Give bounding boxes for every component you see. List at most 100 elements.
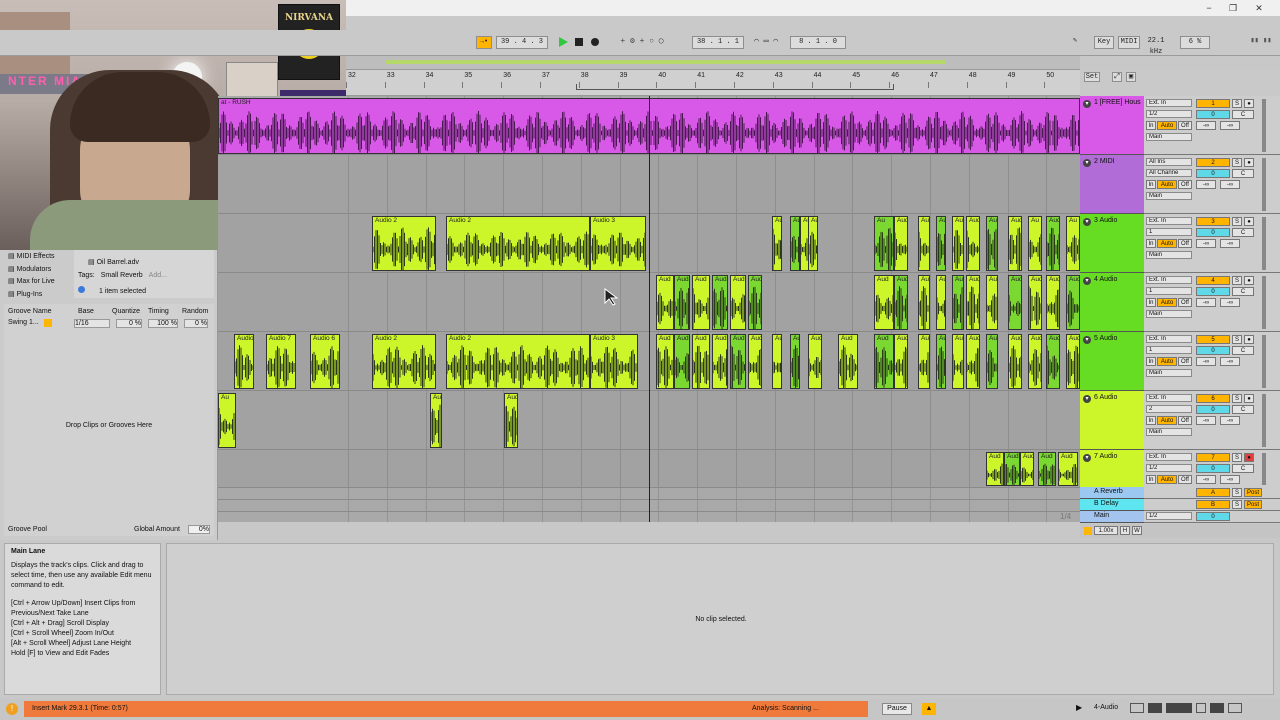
add-tag-button[interactable]: Add... [149, 272, 167, 279]
main-output-select[interactable]: 1/2 [1146, 512, 1192, 520]
view-switchers[interactable] [1130, 703, 1270, 715]
audio-clip[interactable]: Au [218, 393, 236, 448]
audio-clip[interactable]: Audio 2 [446, 216, 590, 271]
fold-icon[interactable]: ▾ [1083, 277, 1091, 285]
solo-button[interactable]: S [1232, 335, 1242, 344]
fold-icon[interactable]: ▾ [1083, 454, 1091, 462]
volume-field[interactable]: 0 [1196, 464, 1230, 473]
volume-field[interactable]: 0 [1196, 169, 1230, 178]
record-icon[interactable] [589, 36, 601, 49]
audio-clip[interactable]: Aud [966, 275, 980, 330]
audio-clip[interactable]: Aud [894, 216, 908, 271]
volume-field[interactable]: 0 [1196, 110, 1230, 119]
output-select[interactable]: Main [1146, 251, 1192, 259]
arrangement-overview[interactable] [346, 56, 1080, 70]
audio-clip[interactable]: Audio 3 [590, 334, 638, 389]
monitor-auto-button[interactable]: Auto [1157, 416, 1177, 425]
track-nav-icon[interactable]: ▶ [1076, 703, 1082, 712]
input-channel-select[interactable]: 1/2 [1146, 110, 1192, 118]
audio-clip[interactable]: Audio 2 [372, 334, 436, 389]
h-toggle[interactable]: H [1120, 526, 1130, 535]
track-activator[interactable]: 6 [1196, 394, 1230, 403]
audio-clip[interactable]: Aud [692, 275, 710, 330]
cue-button[interactable]: C [1232, 464, 1254, 473]
solo-button[interactable]: S [1232, 158, 1242, 167]
browser-item-max-for-live[interactable]: ▤ Max for Live [8, 277, 55, 290]
solo-button[interactable]: S [1232, 488, 1242, 497]
output-select[interactable]: Main [1146, 133, 1192, 141]
volume-field[interactable]: 0 [1196, 405, 1230, 414]
send-b-field[interactable]: -∞ [1220, 180, 1240, 189]
fold-icon[interactable]: ▾ [1083, 218, 1091, 226]
input-channel-select[interactable]: 1 [1146, 228, 1192, 236]
close-icon[interactable]: ✕ [1252, 1, 1266, 15]
audio-clip[interactable]: Aud [894, 275, 908, 330]
input-channel-select[interactable]: 1 [1146, 346, 1192, 354]
cue-button[interactable]: C [1232, 169, 1254, 178]
track-header[interactable]: ▾ 2 MIDI [1080, 155, 1144, 214]
audio-clip[interactable]: Au [986, 216, 998, 271]
audio-clip[interactable]: Aud [656, 334, 674, 389]
alert-icon[interactable]: ▲ [922, 703, 936, 715]
browser-item-midi-effects[interactable]: ▤ MIDI Effects [8, 252, 55, 265]
audio-clip[interactable]: Aud [748, 275, 762, 330]
cue-button[interactable]: C [1232, 110, 1254, 119]
detail-view[interactable]: No clip selected. [166, 543, 1274, 695]
track-activator[interactable]: 1 [1196, 99, 1230, 108]
groove-row[interactable]: Swing 1... 1/16 0 % 100 % 0 % [8, 319, 210, 328]
monitor-in-button[interactable]: In [1146, 357, 1156, 366]
audio-clip[interactable]: Aud [874, 334, 894, 389]
monitor-auto-button[interactable]: Auto [1157, 475, 1177, 484]
monitor-off-button[interactable]: Off [1178, 180, 1192, 189]
input-channel-select[interactable]: 1 [1146, 287, 1192, 295]
audio-clip[interactable]: Aud [790, 334, 800, 389]
input-type-select[interactable]: Ext. In [1146, 335, 1192, 343]
audio-clip[interactable]: Aud [918, 275, 930, 330]
audio-clip[interactable]: Aud [952, 275, 964, 330]
send-a-field[interactable]: -∞ [1196, 121, 1216, 130]
track-activator[interactable]: 4 [1196, 276, 1230, 285]
audio-clip[interactable]: Au [772, 216, 782, 271]
tempo-ratio[interactable]: 1.00x [1094, 526, 1118, 535]
key-map-button[interactable]: Key [1094, 36, 1114, 49]
maximize-icon[interactable]: ❐ [1226, 1, 1240, 15]
set-locator-button[interactable]: Set [1084, 72, 1100, 82]
audio-clip[interactable]: Aud [1004, 452, 1020, 486]
output-select[interactable]: Main [1146, 192, 1192, 200]
punch-icon[interactable]: ⌒ ▭ ⌒ [746, 36, 786, 49]
arm-button[interactable]: ● [1244, 217, 1254, 226]
audio-clip[interactable]: Aud [692, 334, 710, 389]
solo-button[interactable]: S [1232, 500, 1242, 509]
audio-clip[interactable]: Aud [1066, 275, 1080, 330]
arm-button[interactable]: ● [1244, 99, 1254, 108]
audio-clip[interactable]: Au [1028, 216, 1042, 271]
return-activator[interactable]: A [1196, 488, 1230, 497]
send-a-field[interactable]: -∞ [1196, 239, 1216, 248]
audio-clip[interactable]: Aud [808, 216, 818, 271]
arm-button[interactable]: ● [1244, 453, 1254, 462]
input-channel-select[interactable]: 2 [1146, 405, 1192, 413]
input-type-select[interactable]: All Ins [1146, 158, 1192, 166]
audio-clip[interactable]: Aud [730, 334, 746, 389]
audio-clip[interactable]: Aud [1008, 216, 1022, 271]
input-type-select[interactable]: Ext. In [1146, 276, 1192, 284]
groove-random-field[interactable]: 0 % [184, 319, 208, 328]
send-b-field[interactable]: -∞ [1220, 239, 1240, 248]
audio-clip[interactable]: Audio [234, 334, 254, 389]
monitor-auto-button[interactable]: Auto [1157, 357, 1177, 366]
send-b-field[interactable]: -∞ [1220, 357, 1240, 366]
audio-clip[interactable]: Au [952, 216, 964, 271]
solo-button[interactable]: S [1232, 99, 1242, 108]
monitor-auto-button[interactable]: Auto [1157, 239, 1177, 248]
audio-clip[interactable]: Aud [730, 275, 746, 330]
track-activator[interactable]: 7 [1196, 453, 1230, 462]
audio-clip[interactable]: Aud [808, 334, 822, 389]
output-select[interactable]: Main [1146, 428, 1192, 436]
lock-icon[interactable]: ▣ [1126, 72, 1136, 82]
monitor-auto-button[interactable]: Auto [1157, 121, 1177, 130]
audio-clip[interactable]: Aud [712, 334, 728, 389]
groove-base-select[interactable]: 1/16 [74, 319, 110, 328]
audio-clip[interactable]: Aud [952, 334, 964, 389]
audio-clip[interactable]: Aud [936, 216, 946, 271]
main-track-header[interactable]: Main [1080, 511, 1144, 523]
